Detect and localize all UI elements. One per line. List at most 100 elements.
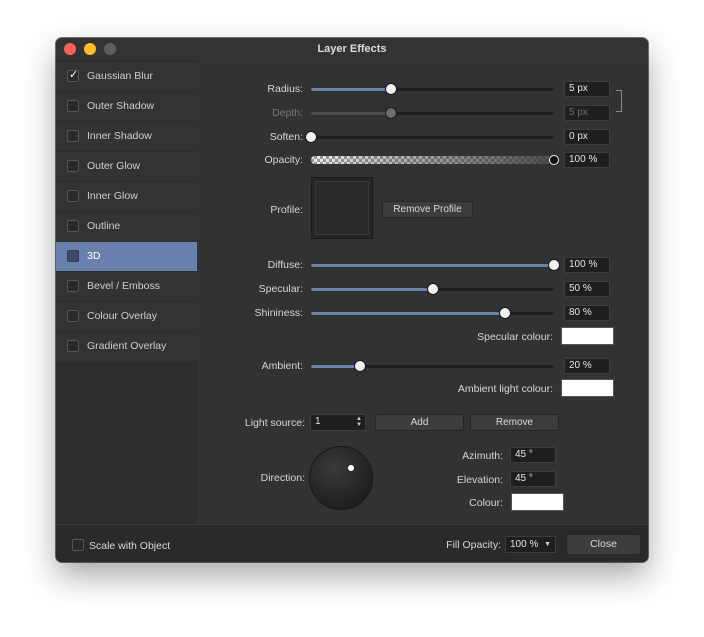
elevation-input[interactable]: 45 °: [510, 471, 556, 487]
sidebar-item-inner-glow[interactable]: Inner Glow: [56, 182, 197, 211]
diffuse-slider[interactable]: [311, 260, 559, 270]
sidebar-item-outer-shadow[interactable]: Outer Shadow: [56, 92, 197, 121]
direction-label: Direction:: [260, 472, 305, 484]
ambient-slider[interactable]: [311, 361, 554, 371]
radius-input[interactable]: 5 px: [564, 81, 610, 97]
opacity-input[interactable]: 100 %: [564, 152, 610, 168]
light-source-stepper[interactable]: 1 ▲ ▼: [310, 414, 366, 431]
ambient-light-colour-label: Ambient light colour:: [457, 383, 553, 395]
specular-input[interactable]: 50 %: [564, 281, 610, 297]
sidebar-item-label: 3D: [87, 250, 101, 262]
profile-preview[interactable]: [311, 177, 373, 239]
gaussian-blur-checkbox[interactable]: ✓: [67, 69, 79, 82]
colour-label: Colour:: [469, 497, 503, 509]
light-source-label: Light source:: [244, 417, 305, 429]
ambient-light-colour-swatch[interactable]: [561, 379, 614, 397]
sidebar-item-label: Gradient Overlay: [87, 340, 167, 352]
scale-with-object-label: Scale with Object: [89, 540, 171, 552]
ambient-slider-knob[interactable]: [354, 361, 365, 371]
sidebar-item-label: Outer Glow: [87, 160, 141, 172]
outline-checkbox[interactable]: [67, 220, 79, 232]
sidebar-item-label: Colour Overlay: [87, 310, 158, 322]
effect-settings-panel: Radius: 5 px Depth: 5 px Soften: 0 px Op…: [197, 60, 648, 524]
sidebar-item-outline[interactable]: Outline: [56, 212, 197, 241]
sidebar-item-label: Gaussian Blur: [87, 70, 153, 82]
diffuse-slider-fill: [311, 264, 554, 267]
depth-slider[interactable]: [311, 108, 554, 118]
depth-slider-knob[interactable]: [386, 108, 397, 118]
radius-slider-fill: [311, 88, 392, 91]
sidebar-item-label: Bevel / Emboss: [87, 280, 160, 292]
opacity-slider-knob[interactable]: [549, 155, 559, 165]
sidebar-item-bevel-emboss[interactable]: Bevel / Emboss: [56, 272, 197, 301]
sidebar-item-inner-shadow[interactable]: Inner Shadow: [56, 122, 197, 151]
add-light-button[interactable]: Add: [375, 414, 464, 431]
sidebar-item-gaussian-blur[interactable]: ✓ Gaussian Blur: [56, 62, 197, 91]
colour-overlay-checkbox[interactable]: [67, 310, 79, 322]
azimuth-input[interactable]: 45 °: [510, 447, 556, 463]
inner-glow-checkbox[interactable]: [67, 190, 79, 202]
opacity-label: Opacity:: [264, 154, 303, 166]
dialog-footer: Scale with Object Fill Opacity: 100 % ▼ …: [56, 524, 648, 562]
sidebar-item-label: Outline: [87, 220, 121, 232]
light-source-value: 1: [315, 416, 321, 427]
ambient-input[interactable]: 20 %: [564, 358, 610, 374]
fill-opacity-value: 100 %: [510, 539, 539, 550]
ambient-label: Ambient:: [261, 360, 303, 372]
specular-label: Specular:: [258, 283, 303, 295]
specular-slider-knob[interactable]: [427, 284, 438, 294]
depth-input[interactable]: 5 px: [564, 105, 610, 121]
direction-dial-handle[interactable]: [348, 464, 355, 471]
elevation-label: Elevation:: [456, 474, 503, 486]
soften-slider[interactable]: [306, 132, 554, 142]
depth-label: Depth:: [272, 107, 303, 119]
soften-slider-knob[interactable]: [306, 132, 316, 142]
fill-opacity-select[interactable]: 100 % ▼: [505, 536, 556, 553]
shininess-slider-fill: [311, 312, 506, 315]
shininess-slider-knob[interactable]: [500, 308, 511, 318]
shininess-slider[interactable]: [311, 308, 554, 318]
sidebar-item-gradient-overlay[interactable]: Gradient Overlay: [56, 332, 197, 361]
checkmark-icon: ✓: [69, 69, 79, 81]
link-icon[interactable]: [616, 90, 622, 112]
sidebar-item-label: Inner Glow: [87, 190, 138, 202]
sidebar-item-label: Outer Shadow: [87, 100, 155, 112]
sidebar-item-label: Inner Shadow: [87, 130, 152, 142]
sidebar-item-colour-overlay[interactable]: Colour Overlay: [56, 302, 197, 331]
specular-colour-label: Specular colour:: [477, 331, 553, 343]
profile-label: Profile:: [270, 204, 303, 216]
outer-shadow-checkbox[interactable]: [67, 100, 79, 112]
sidebar-item-outer-glow[interactable]: Outer Glow: [56, 152, 197, 181]
diffuse-label: Diffuse:: [267, 259, 303, 271]
close-button[interactable]: Close: [566, 534, 641, 555]
chevron-down-icon: ▼: [544, 541, 551, 548]
diffuse-slider-knob[interactable]: [549, 260, 559, 270]
stepper-arrows-icon[interactable]: ▲ ▼: [356, 416, 362, 428]
effects-sidebar: ✓ Gaussian Blur Outer Shadow Inner Shado…: [56, 60, 197, 524]
radius-slider-knob[interactable]: [386, 84, 397, 94]
inner-shadow-checkbox[interactable]: [67, 130, 79, 142]
soften-input[interactable]: 0 px: [564, 129, 610, 145]
specular-slider-fill: [311, 288, 433, 291]
radius-slider[interactable]: [311, 84, 554, 94]
scale-with-object-checkbox[interactable]: [72, 539, 84, 551]
3d-checkbox[interactable]: [67, 250, 79, 262]
specular-colour-swatch[interactable]: [561, 327, 614, 345]
opacity-slider[interactable]: [311, 155, 559, 165]
specular-slider[interactable]: [311, 284, 554, 294]
soften-label: Soften:: [269, 131, 303, 143]
radius-label: Radius:: [267, 83, 303, 95]
window-title: Layer Effects: [317, 43, 387, 55]
remove-light-button[interactable]: Remove: [470, 414, 559, 431]
remove-profile-button[interactable]: Remove Profile: [382, 201, 473, 218]
diffuse-input[interactable]: 100 %: [564, 257, 610, 273]
sidebar-item-3d[interactable]: 3D: [56, 242, 197, 271]
bevel-emboss-checkbox[interactable]: [67, 280, 79, 292]
gradient-overlay-checkbox[interactable]: [67, 340, 79, 352]
shininess-input[interactable]: 80 %: [564, 305, 610, 321]
outer-glow-checkbox[interactable]: [67, 160, 79, 172]
azimuth-label: Azimuth:: [462, 450, 503, 462]
shininess-label: Shininess:: [254, 307, 303, 319]
direction-dial[interactable]: [310, 447, 372, 509]
light-colour-swatch[interactable]: [511, 493, 564, 511]
